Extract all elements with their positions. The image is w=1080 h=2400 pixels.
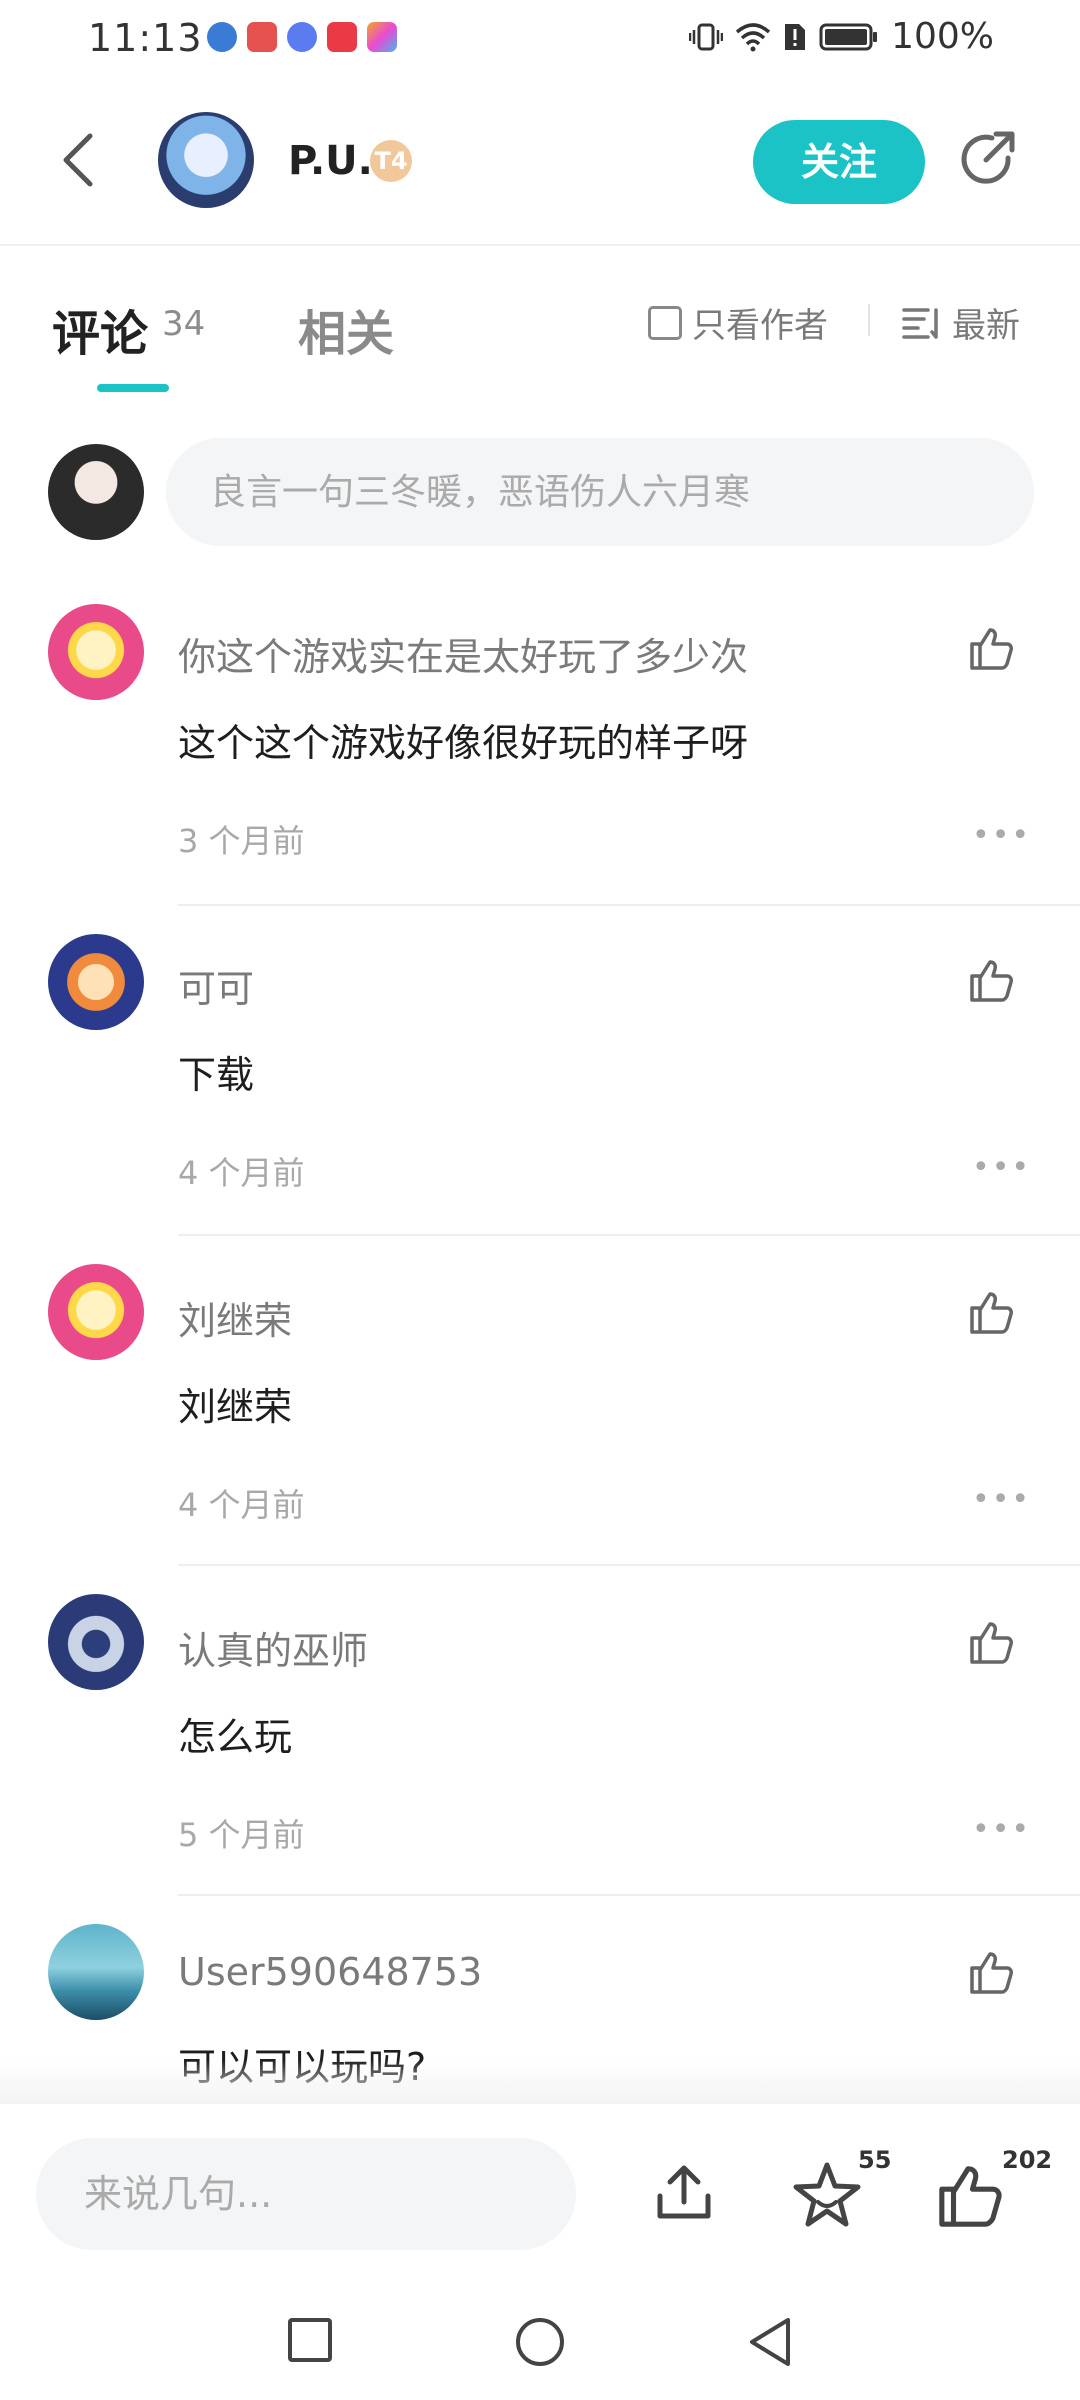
commenter-avatar[interactable] — [48, 1264, 144, 1360]
commenter-avatar[interactable] — [48, 1594, 144, 1690]
favorite-count: 55 — [858, 2146, 892, 2174]
comment-text: 怎么玩 — [178, 1715, 293, 1759]
app-notification-icon — [247, 22, 277, 52]
comment-time: 4 个月前 — [178, 1486, 305, 1524]
app-notification-icon — [367, 22, 397, 52]
favorite-star-icon[interactable] — [792, 2160, 862, 2230]
like-icon[interactable] — [968, 956, 1016, 1004]
comment-time: 4 个月前 — [178, 1154, 305, 1192]
commenter-name[interactable]: 你这个游戏实在是太好玩了多少次 — [178, 626, 748, 681]
like-icon[interactable] — [968, 1948, 1016, 1996]
comment-divider — [178, 904, 1080, 906]
level-badge: T4 — [370, 140, 412, 182]
author-only-toggle[interactable]: 只看作者 — [648, 298, 828, 347]
comment-input[interactable] — [166, 438, 1034, 546]
back-arrow-icon[interactable] — [58, 130, 98, 190]
current-user-avatar — [48, 444, 144, 540]
share-upload-icon[interactable] — [652, 2162, 716, 2226]
checkbox-icon[interactable] — [648, 305, 682, 340]
author-only-label: 只看作者 — [692, 306, 828, 346]
header-divider — [0, 244, 1080, 246]
status-time: 11:13 — [88, 16, 203, 60]
comment-text: 这个这个游戏好像很好玩的样子呀 — [178, 721, 749, 765]
recent-apps-button-icon[interactable] — [286, 2316, 334, 2364]
follow-button[interactable]: 关注 — [753, 120, 925, 204]
scroll-fade — [0, 2060, 1080, 2104]
battery-percent: 100% — [891, 16, 994, 57]
like-icon[interactable] — [968, 1288, 1016, 1336]
commenter-name[interactable]: 可可 — [178, 958, 254, 1013]
sort-toggle[interactable]: 最新 — [902, 298, 1020, 347]
like-count: 202 — [1002, 2146, 1053, 2174]
comment-divider — [178, 1234, 1080, 1236]
comment-time: 3 个月前 — [178, 822, 305, 860]
filter-divider — [868, 304, 870, 336]
tab-related[interactable]: 相关 — [298, 294, 394, 364]
comment-time: 5 个月前 — [178, 1816, 305, 1854]
sim-alert-icon — [785, 23, 806, 50]
home-button-icon[interactable] — [514, 2316, 566, 2368]
author-name[interactable]: P.U. — [288, 138, 373, 184]
more-options-icon[interactable]: ••• — [972, 1812, 1031, 1847]
like-thumb-icon[interactable] — [936, 2160, 1006, 2230]
active-tab-indicator — [97, 384, 169, 392]
app-notification-icon — [207, 22, 237, 52]
vibrate-icon — [689, 23, 724, 50]
battery-icon — [819, 23, 878, 50]
commenter-avatar[interactable] — [48, 604, 144, 700]
tab-comments[interactable]: 评论 — [52, 294, 148, 364]
sort-icon — [902, 307, 938, 339]
notification-icons — [207, 22, 397, 52]
commenter-avatar[interactable] — [48, 1924, 144, 2020]
sort-label: 最新 — [952, 306, 1020, 346]
commenter-name[interactable]: User590648753 — [178, 1950, 482, 1994]
comment-text: 刘继荣 — [178, 1385, 293, 1429]
like-icon[interactable] — [968, 1618, 1016, 1666]
music-notification-icon — [287, 22, 317, 52]
comment-divider — [178, 1564, 1080, 1566]
back-button-icon[interactable] — [746, 2316, 794, 2368]
reply-input[interactable] — [36, 2138, 576, 2250]
comments-count: 34 — [162, 304, 206, 344]
commenter-name[interactable]: 认真的巫师 — [178, 1620, 368, 1675]
comment-text: 下载 — [178, 1053, 255, 1097]
more-options-icon[interactable]: ••• — [972, 1150, 1031, 1185]
comment-divider — [178, 1894, 1080, 1896]
system-indicators: 100% — [689, 16, 994, 57]
like-icon[interactable] — [968, 624, 1016, 672]
more-options-icon[interactable]: ••• — [972, 1482, 1031, 1517]
author-avatar[interactable] — [158, 112, 254, 208]
commenter-avatar[interactable] — [48, 934, 144, 1030]
more-options-icon[interactable]: ••• — [972, 818, 1031, 853]
wifi-icon — [735, 22, 771, 51]
status-bar: 11:13 100% — [0, 0, 1080, 80]
app-notification-icon — [327, 22, 357, 52]
share-icon[interactable] — [956, 128, 1020, 192]
commenter-name[interactable]: 刘继荣 — [178, 1290, 292, 1345]
